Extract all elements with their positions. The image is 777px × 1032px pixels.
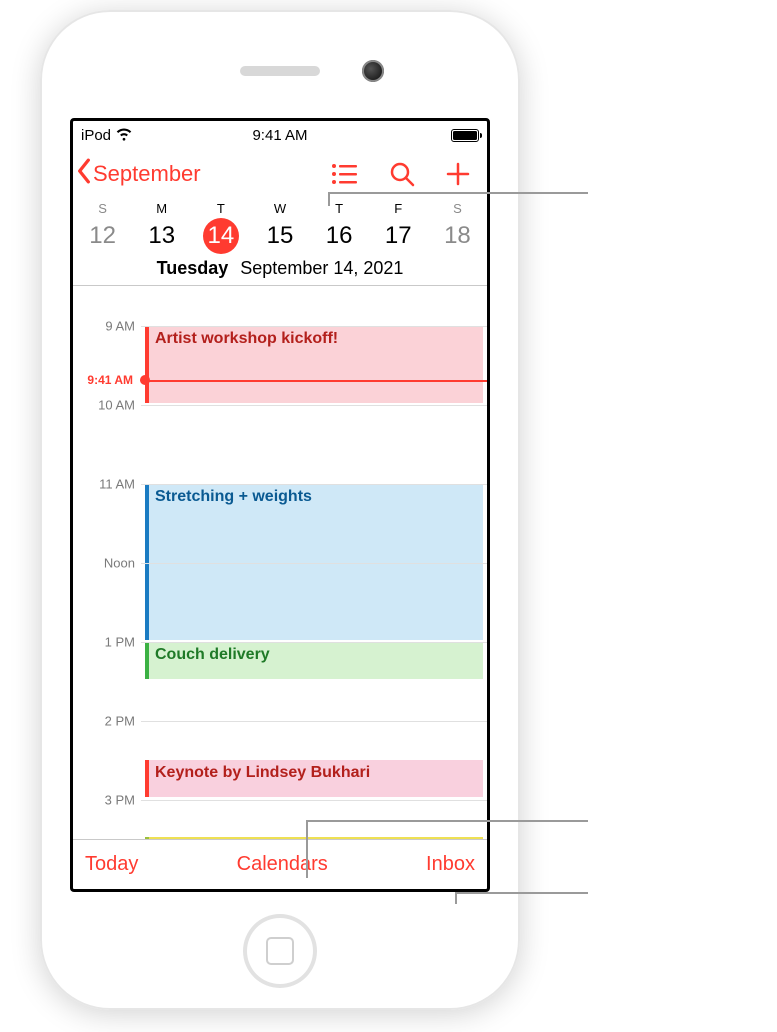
dow-label: S <box>73 201 132 216</box>
hour-label: 3 PM <box>75 792 135 807</box>
hour-label: 11 AM <box>75 476 135 491</box>
back-label: September <box>93 161 201 187</box>
dow-label: W <box>250 201 309 216</box>
day-cell[interactable]: 16 <box>310 218 369 254</box>
hour-label: Noon <box>75 555 135 570</box>
wifi-icon <box>115 124 133 146</box>
hour-line <box>141 326 487 327</box>
date-header: Tuesday September 14, 2021 <box>73 258 487 279</box>
callout-line <box>328 192 330 206</box>
front-camera <box>362 60 384 82</box>
day-timeline[interactable]: 9 AM 10 AM 11 AM Noon 1 PM 2 PM 3 PM 9:41 AM Ar… <box>73 294 487 839</box>
callout-line <box>306 820 588 822</box>
hour-label: 9 AM <box>75 318 135 333</box>
calendar-event[interactable]: Stretching + weights <box>145 484 483 640</box>
now-indicator-dot <box>140 375 150 385</box>
hour-line <box>141 642 487 643</box>
dow-label: T <box>310 201 369 216</box>
device-frame: iPod 9:41 AM September <box>40 10 520 1010</box>
daynum-row: 12 13 14 15 16 17 18 <box>73 218 487 254</box>
callout-line <box>328 192 588 194</box>
day-cell[interactable]: 12 <box>73 218 132 254</box>
back-button[interactable]: September <box>75 158 201 190</box>
dow-row: S M T W T F S <box>73 201 487 216</box>
events-layer: Artist workshop kickoff! Stretching + wei… <box>145 294 483 839</box>
hour-line <box>141 484 487 485</box>
status-time: 9:41 AM <box>73 127 487 144</box>
dow-label: F <box>369 201 428 216</box>
date-header-dow: Tuesday <box>157 258 229 278</box>
hour-line <box>141 800 487 801</box>
inbox-button[interactable]: Inbox <box>426 853 475 876</box>
bottom-toolbar: Today Calendars Inbox <box>73 839 487 889</box>
week-header: S M T W T F S 12 13 14 15 16 17 18 Tuesd… <box>73 199 487 294</box>
today-button[interactable]: Today <box>85 853 138 876</box>
day-cell-selected[interactable]: 14 <box>191 218 250 254</box>
callout-line <box>306 820 308 878</box>
dow-label: S <box>428 201 487 216</box>
list-view-icon[interactable] <box>331 163 359 185</box>
calendar-event[interactable]: Artist workshop kickoff! <box>145 326 483 403</box>
dow-label: T <box>191 201 250 216</box>
chevron-left-icon <box>75 158 93 190</box>
callout-line <box>455 892 457 904</box>
day-cell[interactable]: 18 <box>428 218 487 254</box>
day-cell[interactable]: 15 <box>250 218 309 254</box>
calendar-event[interactable]: Couch delivery <box>145 642 483 679</box>
search-icon[interactable] <box>389 161 415 187</box>
hour-line <box>141 721 487 722</box>
day-cell[interactable]: 17 <box>369 218 428 254</box>
callout-line <box>455 892 588 894</box>
hour-line <box>141 405 487 406</box>
carrier-label: iPod <box>81 127 111 144</box>
partial-event-peek <box>145 837 483 839</box>
add-icon[interactable] <box>445 161 471 187</box>
home-button[interactable] <box>243 914 317 988</box>
dow-label: M <box>132 201 191 216</box>
day-cell[interactable]: 13 <box>132 218 191 254</box>
hour-label: 1 PM <box>75 634 135 649</box>
hour-line <box>141 563 487 564</box>
time-gutter: 9 AM 10 AM 11 AM Noon 1 PM 2 PM 3 PM 9:41 AM <box>73 294 141 839</box>
speaker-grille <box>240 66 320 76</box>
battery-icon <box>451 129 479 142</box>
status-bar: iPod 9:41 AM <box>73 121 487 149</box>
hour-label: 2 PM <box>75 713 135 728</box>
calendars-button[interactable]: Calendars <box>237 853 328 876</box>
calendar-event[interactable]: Keynote by Lindsey Bukhari <box>145 760 483 797</box>
now-time-label: 9:41 AM <box>73 373 133 387</box>
separator <box>73 285 487 286</box>
screen: iPod 9:41 AM September <box>70 118 490 892</box>
now-indicator-line <box>141 380 487 382</box>
hour-label: 10 AM <box>75 397 135 412</box>
date-header-full: September 14, 2021 <box>240 258 403 278</box>
